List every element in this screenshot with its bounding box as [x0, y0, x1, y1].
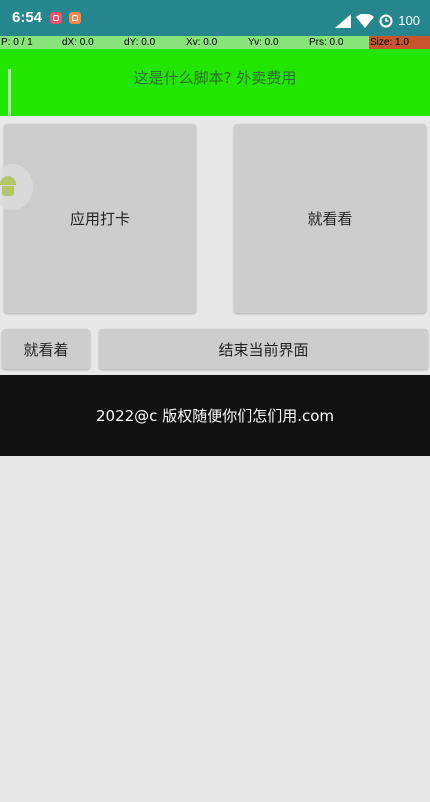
pointer-dx: dX: 0.0: [62, 37, 94, 48]
pointer-dy: dY: 0.0: [124, 37, 156, 48]
pointer-location-bar: P: 0 / 1 dX: 0.0 dY: 0.0 Xv: 0.0 Yv: 0.0…: [0, 36, 430, 49]
clock-in-button[interactable]: 应用打卡: [4, 124, 196, 313]
status-time: 6:54: [12, 9, 43, 26]
look-label: 就看看: [307, 210, 353, 228]
battery-level: 100: [398, 13, 420, 28]
alarm-clock-icon: [379, 14, 393, 27]
wifi-icon: [356, 12, 375, 28]
end-page-button[interactable]: 结束当前界面: [99, 329, 428, 369]
watching-label: 就看着: [23, 340, 69, 359]
watching-button[interactable]: 就看着: [2, 329, 90, 369]
mi-app-icon: [69, 12, 81, 24]
pointer-pressure: Prs: 0.0: [309, 37, 344, 48]
pointer-xv: Xv: 0.0: [186, 37, 218, 48]
end-page-label: 结束当前界面: [218, 340, 309, 359]
clock-in-label: 应用打卡: [69, 210, 130, 228]
system-icons: 100: [335, 10, 420, 28]
alarm-app-icon: [50, 12, 62, 24]
footer-copyright: 2022@c 版权随便你们怎们用.com: [96, 407, 334, 425]
app-header: 这是什么脚本? 外卖费用: [0, 49, 430, 117]
pointer-yv: Yv: 0.0: [248, 37, 279, 48]
footer: 2022@c 版权随便你们怎们用.com: [0, 375, 430, 456]
page-title: 这是什么脚本? 外卖费用: [133, 69, 297, 87]
pointer-size: Size: 1.0: [369, 36, 430, 49]
look-button[interactable]: 就看看: [234, 124, 426, 313]
android-icon: [0, 176, 16, 196]
status-bar: 6:54 100: [0, 0, 430, 36]
signal-icon: [335, 13, 352, 28]
pointer-count: P: 0 / 1: [1, 37, 33, 48]
